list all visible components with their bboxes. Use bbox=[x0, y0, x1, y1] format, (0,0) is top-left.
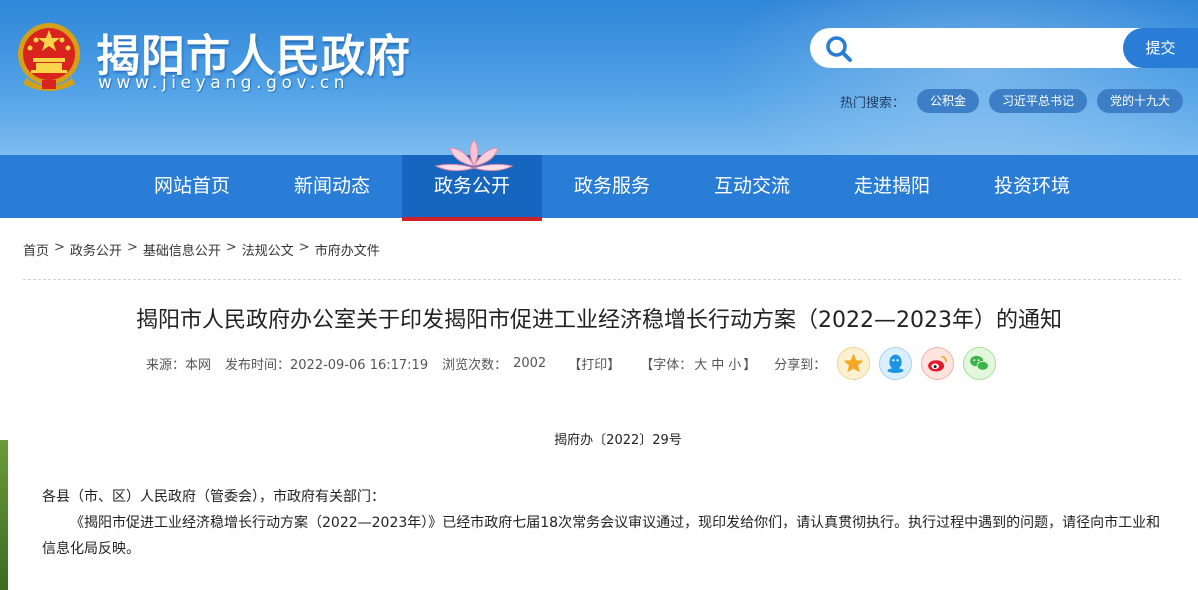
site-domain: www.jieyang.gov.cn bbox=[98, 73, 350, 93]
background-foliage bbox=[0, 440, 8, 590]
hot-search-label: 热门搜索： bbox=[840, 95, 906, 111]
salutation: 各县（市、区）人民政府（管委会），市政府有关部门： bbox=[42, 489, 385, 505]
font-size-small-button[interactable]: 小 bbox=[726, 354, 743, 373]
publish-time: 发布时间：2022-09-06 16:17:19 bbox=[225, 357, 429, 373]
font-size-large-button[interactable]: 大 bbox=[692, 354, 709, 373]
print-button[interactable]: 【打印】 bbox=[568, 354, 620, 373]
breadcrumb-separator: > bbox=[54, 240, 65, 255]
divider bbox=[23, 279, 1181, 280]
breadcrumb-separator: > bbox=[225, 240, 237, 255]
share-label: 分享到： bbox=[774, 357, 827, 373]
wechat-icon[interactable] bbox=[963, 346, 997, 380]
nav-item-news[interactable]: 新闻动态 bbox=[262, 155, 402, 218]
star-icon[interactable] bbox=[837, 346, 871, 380]
views-count: 2002 bbox=[513, 355, 547, 371]
breadcrumb-link[interactable]: 首页 bbox=[23, 240, 49, 260]
weibo-icon[interactable] bbox=[921, 346, 955, 380]
search-icon[interactable] bbox=[824, 34, 854, 64]
main-nav: 网站首页 新闻动态 政务公开 政务服务 互动交流 走进揭阳 投资环境 bbox=[0, 155, 1198, 221]
breadcrumb-separator: > bbox=[126, 240, 138, 255]
article-meta: 来源：本网 发布时间：2022-09-06 16:17:19 浏览次数： 200… bbox=[146, 346, 997, 380]
hot-search: 热门搜索： 公积金 习近平总书记 党的十九大 bbox=[840, 89, 1193, 113]
search-input[interactable] bbox=[862, 34, 1118, 62]
breadcrumb: 首页 > 政务公开 > 基础信息公开 > 法规公文 > 市府办文件 bbox=[23, 240, 380, 260]
qq-icon[interactable] bbox=[879, 346, 913, 380]
article-source: 来源：本网 bbox=[146, 357, 212, 373]
font-size-label: 【字体： bbox=[640, 357, 693, 373]
font-size-close: 】 bbox=[743, 357, 757, 373]
nav-item-investment[interactable]: 投资环境 bbox=[962, 155, 1102, 218]
nav-item-about[interactable]: 走进揭阳 bbox=[822, 155, 962, 218]
nav-item-services[interactable]: 政务服务 bbox=[542, 155, 682, 218]
views-label: 浏览次数： bbox=[442, 357, 508, 373]
nav-item-home[interactable]: 网站首页 bbox=[122, 155, 262, 218]
site-header: 揭阳市人民政府 www.jieyang.gov.cn bbox=[0, 0, 1198, 155]
hot-search-tag[interactable]: 公积金 bbox=[917, 89, 980, 113]
header-background-glow bbox=[718, 0, 1198, 155]
search-submit-button[interactable]: 提交 bbox=[1123, 28, 1198, 68]
lotus-decoration-icon bbox=[434, 139, 514, 172]
article-title: 揭阳市人民政府办公室关于印发揭阳市促进工业经济稳增长行动方案（2022—2023… bbox=[136, 308, 1062, 333]
breadcrumb-link[interactable]: 政务公开 bbox=[70, 240, 122, 260]
breadcrumb-link[interactable]: 法规公文 bbox=[242, 240, 294, 260]
document-number: 揭府办〔2022〕29号 bbox=[554, 433, 682, 448]
article-body: 各县（市、区）人民政府（管委会），市政府有关部门： 《揭阳市促进工业经济稳增长行… bbox=[42, 484, 1162, 562]
font-size-medium-button[interactable]: 中 bbox=[709, 354, 726, 373]
national-emblem-icon bbox=[18, 23, 80, 91]
hot-search-tag[interactable]: 党的十九大 bbox=[1097, 89, 1184, 113]
nav-item-interaction[interactable]: 互动交流 bbox=[682, 155, 822, 218]
breadcrumb-separator: > bbox=[298, 240, 310, 255]
breadcrumb-link[interactable]: 市府办文件 bbox=[315, 240, 380, 260]
hot-search-tag[interactable]: 习近平总书记 bbox=[989, 89, 1088, 113]
breadcrumb-link[interactable]: 基础信息公开 bbox=[143, 240, 221, 260]
article-paragraph: 《揭阳市促进工业经济稳增长行动方案（2022—2023年）》已经市政府七届18次… bbox=[42, 515, 1161, 557]
